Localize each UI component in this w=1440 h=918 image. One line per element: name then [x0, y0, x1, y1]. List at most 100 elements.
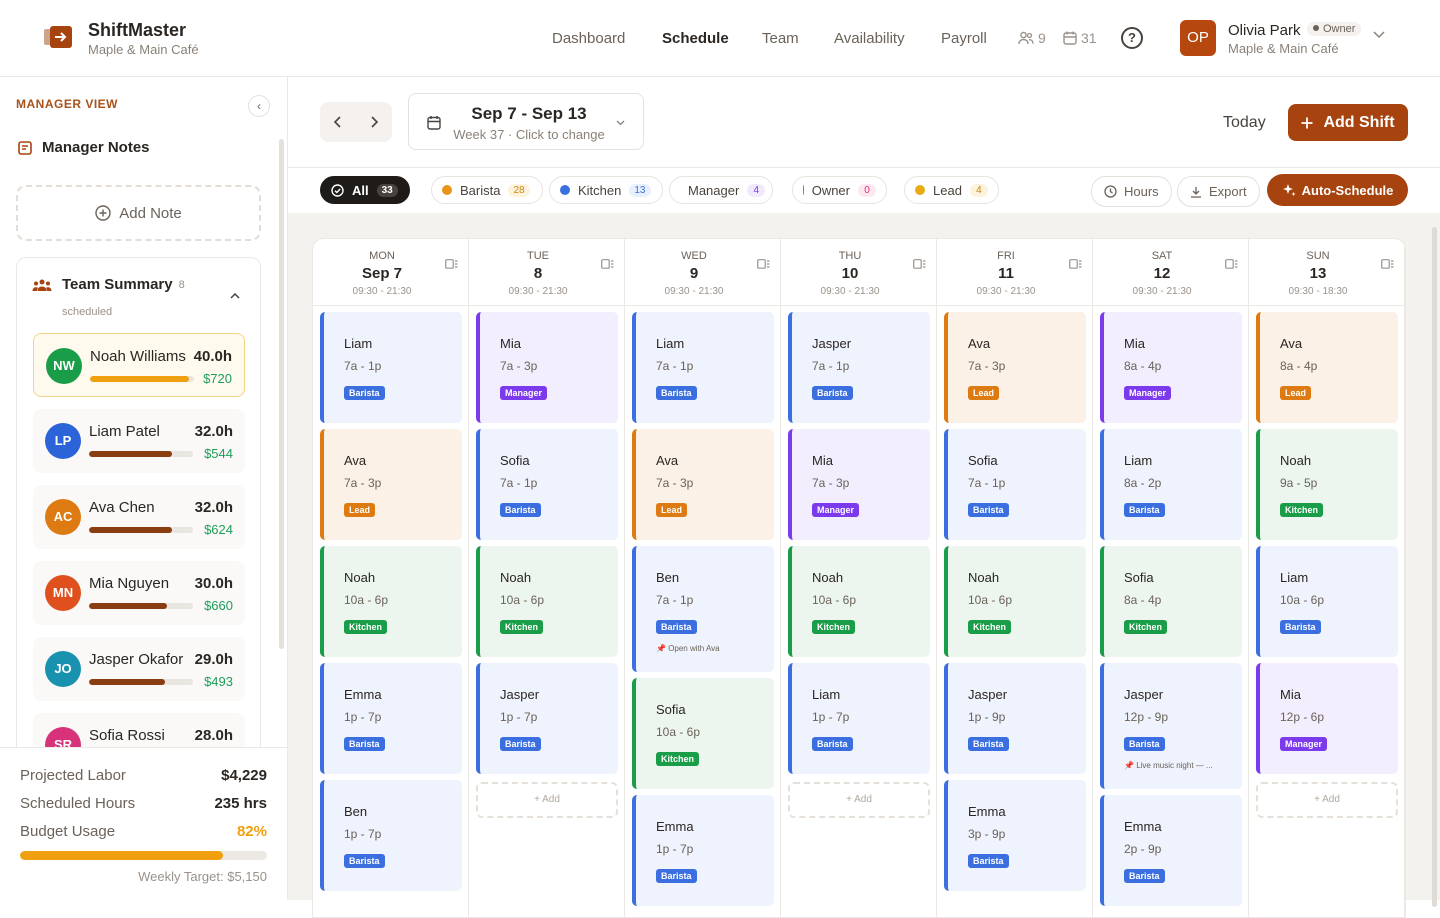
shift-time: 7a - 3p [968, 359, 1006, 373]
shift-card[interactable]: Emma 2p - 9p Barista [1100, 795, 1242, 906]
team-summary-header[interactable]: Team Summary 8 [32, 276, 185, 293]
export-button[interactable]: Export [1177, 176, 1260, 207]
shift-card[interactable]: Mia 8a - 4p Manager [1100, 312, 1242, 423]
chevron-up-icon[interactable] [230, 293, 240, 299]
member-pay: $660 [204, 598, 233, 613]
calendar-count[interactable]: 31 [1063, 30, 1097, 46]
filter-chip-kitchen[interactable]: Kitchen 13 [549, 176, 663, 204]
shift-card[interactable]: Liam 8a - 2p Barista [1100, 429, 1242, 540]
shift-card[interactable]: Ava 7a - 3p Lead [632, 429, 774, 540]
shift-card[interactable]: Emma 3p - 9p Barista [944, 780, 1086, 891]
nav-team[interactable]: Team [762, 30, 799, 47]
shift-card[interactable]: Emma 1p - 7p Barista [632, 795, 774, 906]
day-column: WED 9 09:30 - 21:30 Liam 7a - 1p Barista Ava 7a… [625, 239, 781, 917]
day-of-week: WED [681, 250, 707, 262]
manager-notes-title: Manager Notes [42, 139, 150, 156]
shift-card[interactable]: Mia 7a - 3p Manager [476, 312, 618, 423]
shift-role-badge: Barista [1124, 737, 1165, 751]
shift-time: 10a - 6p [656, 725, 701, 739]
shift-card[interactable]: Emma 1p - 7p Barista [320, 663, 462, 774]
shift-card[interactable]: Noah 10a - 6p Kitchen [320, 546, 462, 657]
shift-card[interactable]: Noah 10a - 6p Kitchen [476, 546, 618, 657]
team-member-card[interactable]: NW Noah Williams 40.0h $720 [33, 333, 245, 397]
team-member-card[interactable]: MN Mia Nguyen 30.0h $660 [33, 561, 245, 625]
member-name: Jasper Okafor [89, 651, 184, 668]
nav-dashboard[interactable]: Dashboard [552, 30, 625, 47]
shift-card[interactable]: Liam 10a - 6p Barista [1256, 546, 1398, 657]
filter-chip-manager[interactable]: Manager 4 [669, 176, 773, 204]
shift-card[interactable]: Ava 7a - 3p Lead [320, 429, 462, 540]
user-avatar[interactable]: OP [1180, 20, 1216, 56]
filter-chip-lead[interactable]: Lead 4 [904, 176, 999, 204]
nav-availability[interactable]: Availability [834, 30, 905, 47]
next-week-button[interactable] [356, 102, 392, 142]
team-member-card[interactable]: JO Jasper Okafor 29.0h $493 [33, 637, 245, 701]
collapse-sidebar-button[interactable]: ‹ [248, 95, 270, 117]
shift-card[interactable]: Liam 7a - 1p Barista [632, 312, 774, 423]
copy-day-icon[interactable] [757, 259, 770, 269]
copy-day-icon[interactable] [1225, 259, 1238, 269]
week-picker[interactable]: Sep 7 - Sep 13 Week 37 · Click to change [408, 93, 644, 150]
shift-card[interactable]: Sofia 7a - 1p Barista [944, 429, 1086, 540]
chevron-down-icon[interactable] [1373, 31, 1385, 39]
hours-label: Hours [1124, 184, 1159, 199]
shift-card[interactable]: Liam 1p - 7p Barista [788, 663, 930, 774]
team-member-card[interactable]: LP Liam Patel 32.0h $544 [33, 409, 245, 473]
team-member-card[interactable]: AC Ava Chen 32.0h $624 [33, 485, 245, 549]
shift-card[interactable]: Jasper 1p - 7p Barista [476, 663, 618, 774]
add-shift-slot[interactable]: + Add [1256, 782, 1398, 818]
shift-card[interactable]: Noah 9a - 5p Kitchen [1256, 429, 1398, 540]
member-hours-fill [89, 603, 167, 609]
filter-label: All [352, 182, 369, 198]
add-shift-button[interactable]: Add Shift [1288, 104, 1408, 141]
filter-chip-all[interactable]: All 33 [320, 176, 410, 204]
add-note-button[interactable]: Add Note [16, 185, 261, 241]
prev-week-button[interactable] [320, 102, 356, 142]
shift-role-badge: Barista [344, 737, 385, 751]
member-hours-fill [89, 679, 165, 685]
shift-time: 1p - 7p [344, 710, 382, 724]
copy-day-icon[interactable] [1381, 259, 1394, 269]
filter-chip-owner[interactable]: Owner 0 [792, 176, 887, 204]
shift-role-badge: Barista [656, 620, 697, 634]
copy-day-icon[interactable] [445, 259, 458, 269]
nav-payroll[interactable]: Payroll [941, 30, 987, 47]
team-count[interactable]: 9 [1018, 30, 1046, 46]
shift-card[interactable]: Ava 8a - 4p Lead [1256, 312, 1398, 423]
hours-button[interactable]: Hours [1091, 176, 1172, 207]
shift-time: 7a - 1p [656, 593, 694, 607]
sidebar-scrollbar[interactable] [279, 139, 284, 649]
shift-card[interactable]: Mia 7a - 3p Manager [788, 429, 930, 540]
shift-card[interactable]: Ben 1p - 7p Barista [320, 780, 462, 891]
shift-card[interactable]: Sofia 8a - 4p Kitchen [1100, 546, 1242, 657]
shift-card[interactable]: Ava 7a - 3p Lead [944, 312, 1086, 423]
filter-count: 28 [508, 183, 530, 197]
copy-day-icon[interactable] [601, 259, 614, 269]
shift-card[interactable]: Liam 7a - 1p Barista [320, 312, 462, 423]
shift-card[interactable]: Ben 7a - 1p Barista 📌 Open with Ava [632, 546, 774, 672]
today-button[interactable]: Today [1223, 114, 1266, 132]
shift-card[interactable]: Jasper 12p - 9p Barista 📌 Live music night … [1100, 663, 1242, 789]
day-date: 10 [841, 265, 859, 282]
shift-card[interactable]: Noah 10a - 6p Kitchen [788, 546, 930, 657]
shift-card[interactable]: Mia 12p - 6p Manager [1256, 663, 1398, 774]
add-shift-slot[interactable]: + Add [788, 782, 930, 818]
shift-employee: Noah [968, 570, 1000, 585]
shift-card[interactable]: Jasper 7a - 1p Barista [788, 312, 930, 423]
calendar-scrollbar[interactable] [1432, 227, 1437, 907]
filter-chip-barista[interactable]: Barista 28 [431, 176, 543, 204]
day-hours: 09:30 - 21:30 [1132, 286, 1192, 297]
shift-card[interactable]: Sofia 7a - 1p Barista [476, 429, 618, 540]
copy-day-icon[interactable] [1069, 259, 1082, 269]
help-icon[interactable]: ? [1121, 27, 1143, 49]
shift-card[interactable]: Jasper 1p - 9p Barista [944, 663, 1086, 774]
add-shift-slot[interactable]: + Add [476, 782, 618, 818]
nav-schedule[interactable]: Schedule [662, 30, 729, 47]
member-hours: 30.0h [194, 575, 233, 592]
shift-card[interactable]: Noah 10a - 6p Kitchen [944, 546, 1086, 657]
shift-time: 7a - 1p [500, 476, 538, 490]
shift-card[interactable]: Sofia 10a - 6p Kitchen [632, 678, 774, 789]
auto-schedule-button[interactable]: Auto-Schedule [1267, 174, 1408, 206]
filter-label: Manager [688, 182, 740, 198]
copy-day-icon[interactable] [913, 259, 926, 269]
